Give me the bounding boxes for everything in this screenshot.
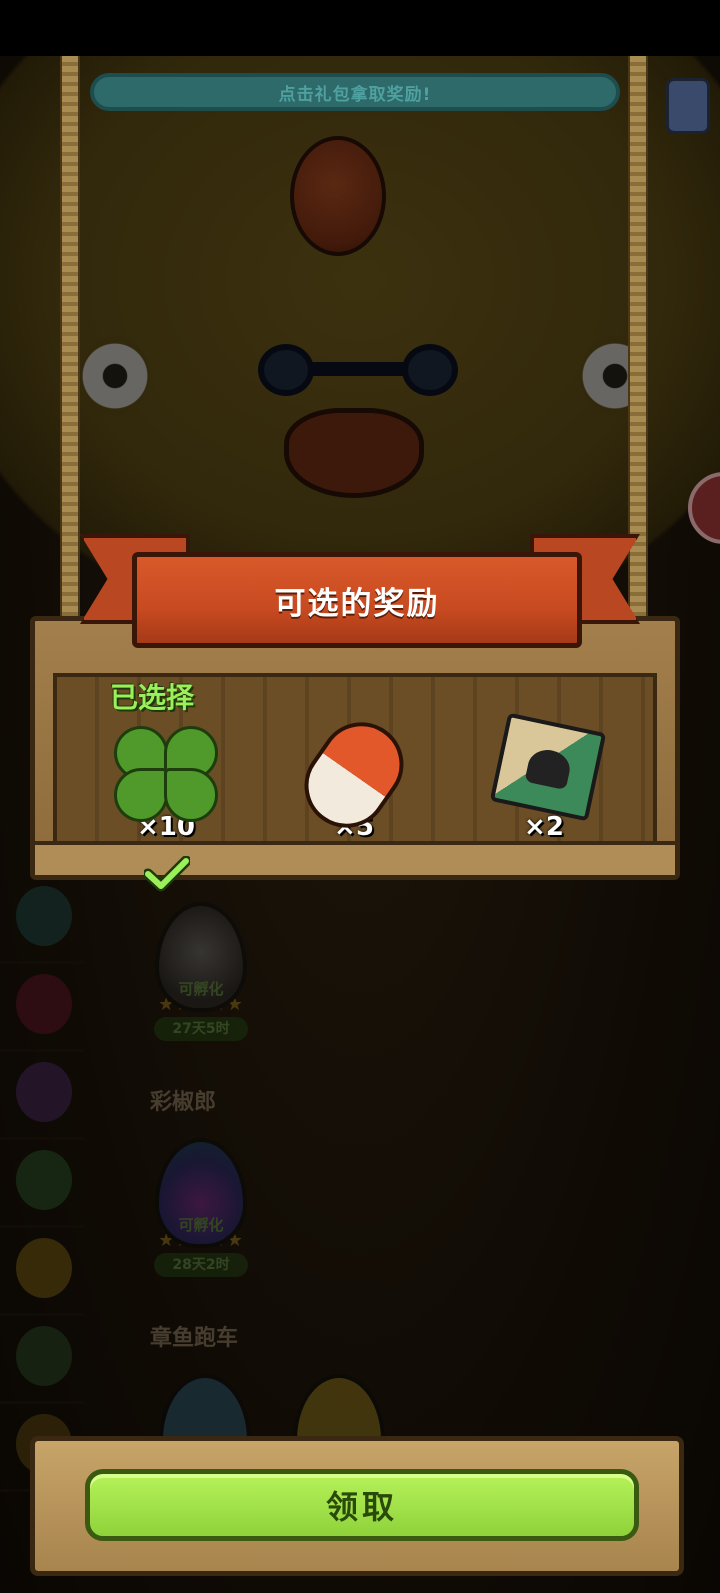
rope-left	[60, 56, 80, 656]
bottom-panel: 领取	[30, 1436, 684, 1576]
card-icon	[484, 712, 607, 822]
rope-right	[628, 56, 648, 656]
game-scene: 可孵化 ★★★★★ 27天5时 彩椒郎 可孵化 ★★★★★ 28天2时 章鱼跑车…	[0, 56, 720, 1593]
selected-label: 已选择	[110, 681, 195, 714]
reward-option-card[interactable]: ×2	[474, 712, 614, 842]
clover-icon	[106, 712, 226, 822]
panel-title: 可选的奖励	[274, 585, 440, 622]
reward-option-clover[interactable]: ×10	[96, 712, 236, 842]
gift-pack-icon[interactable]	[666, 78, 710, 134]
title-ribbon: 可选的奖励	[132, 552, 582, 648]
capsule-icon	[288, 705, 420, 845]
claim-button-label: 领取	[325, 1488, 398, 1526]
claim-button[interactable]: 领取	[85, 1469, 639, 1541]
check-icon	[144, 856, 190, 892]
crate-bottom	[35, 841, 675, 875]
status-bar	[0, 0, 720, 56]
reward-option-capsule[interactable]: ×5	[284, 705, 424, 845]
hint-bar[interactable]: 点击礼包拿取奖励!	[90, 73, 620, 111]
